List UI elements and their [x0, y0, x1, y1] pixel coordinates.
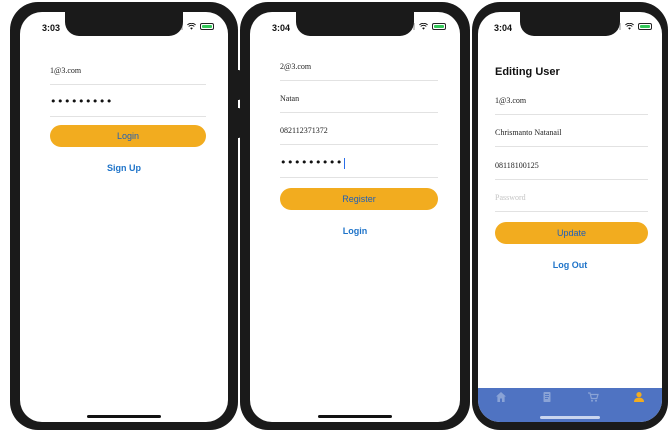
tab-account[interactable] [619, 391, 659, 405]
status-time: 3:04 [272, 23, 291, 33]
text-cursor [343, 157, 345, 169]
log-out-link[interactable]: Log Out [478, 259, 662, 271]
tab-home[interactable] [481, 391, 521, 405]
home-indicator [87, 415, 161, 418]
login-link[interactable]: Login [250, 225, 460, 237]
battery-icon [432, 23, 446, 30]
status-time: 3:04 [494, 23, 513, 33]
wifi-icon [419, 23, 428, 30]
document-icon [543, 392, 551, 402]
cart-icon [588, 392, 599, 402]
password-field[interactable]: ••••••••• [280, 155, 438, 178]
tab-documents[interactable] [527, 391, 567, 405]
register-screen: 3:04 2@3.com Natan 082112371372 ••••••••… [250, 12, 460, 422]
email-field[interactable]: 2@3.com [280, 58, 438, 81]
phone-edit-user: 3:04 Editing User 1@3.com Chrismanto Nat… [472, 2, 668, 430]
phone-field[interactable]: 08118100125 [495, 157, 648, 180]
home-indicator [318, 415, 392, 418]
sign-up-link[interactable]: Sign Up [20, 162, 228, 174]
register-button[interactable]: Register [280, 188, 438, 210]
phone-register: 3:04 2@3.com Natan 082112371372 ••••••••… [240, 2, 470, 430]
phone-field[interactable]: 082112371372 [280, 122, 438, 145]
login-screen: 3:03 1@3.com ••••••••• Login Sign Up [20, 12, 228, 422]
wifi-icon [625, 23, 634, 30]
password-mask: ••••••••• [280, 156, 343, 169]
notch [520, 12, 620, 36]
user-icon [634, 392, 644, 402]
status-time: 3:03 [42, 23, 61, 33]
edit-user-screen: 3:04 Editing User 1@3.com Chrismanto Nat… [478, 12, 662, 422]
password-field[interactable]: ••••••••• [50, 94, 206, 117]
home-indicator [540, 416, 600, 419]
battery-icon [638, 23, 652, 30]
login-button[interactable]: Login [50, 125, 206, 147]
wifi-icon [187, 23, 196, 30]
email-field[interactable]: 1@3.com [50, 62, 206, 85]
name-field[interactable]: Chrismanto Natanail [495, 124, 648, 147]
battery-icon [200, 23, 214, 30]
email-field[interactable]: 1@3.com [495, 92, 648, 115]
password-field[interactable]: Password [495, 189, 648, 212]
notch [296, 12, 414, 36]
phone-login: 3:03 1@3.com ••••••••• Login Sign Up [10, 2, 238, 430]
home-icon [496, 392, 506, 402]
update-button[interactable]: Update [495, 222, 648, 244]
name-field[interactable]: Natan [280, 90, 438, 113]
tab-cart[interactable] [573, 391, 613, 405]
page-title: Editing User [495, 66, 560, 78]
screenshot-collage: 3:03 1@3.com ••••••••• Login Sign Up 3:0… [0, 0, 672, 432]
notch [65, 12, 183, 36]
